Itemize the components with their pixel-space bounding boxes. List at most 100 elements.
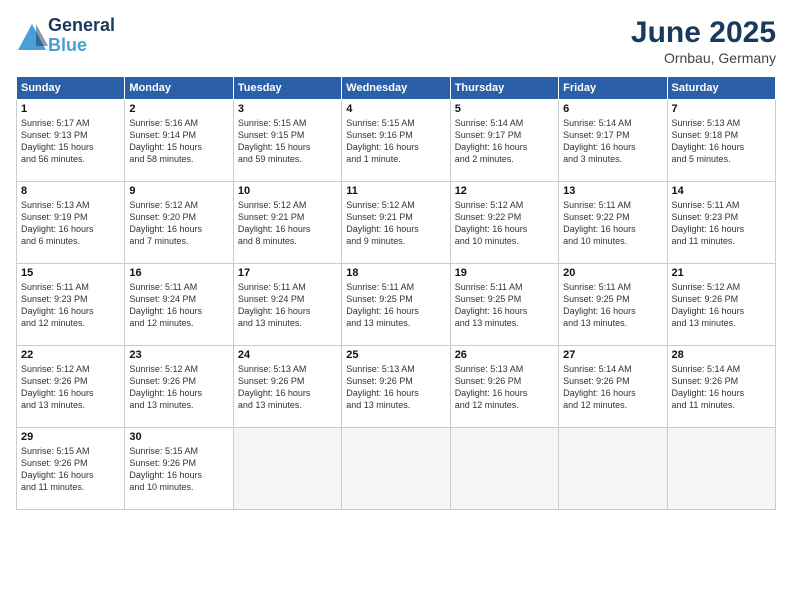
day-number: 28	[672, 349, 771, 361]
table-row: 30 Sunrise: 5:15 AMSunset: 9:26 PMDaylig…	[125, 428, 233, 510]
day-info: Sunrise: 5:11 AMSunset: 9:22 PMDaylight:…	[563, 199, 662, 248]
day-number: 23	[129, 349, 228, 361]
day-info: Sunrise: 5:11 AMSunset: 9:25 PMDaylight:…	[563, 281, 662, 330]
page: General Blue June 2025 Ornbau, Germany S…	[0, 0, 792, 612]
day-number: 1	[21, 103, 120, 115]
table-row: 19 Sunrise: 5:11 AMSunset: 9:25 PMDaylig…	[450, 264, 558, 346]
table-row	[233, 428, 341, 510]
table-row: 3 Sunrise: 5:15 AMSunset: 9:15 PMDayligh…	[233, 100, 341, 182]
table-row: 9 Sunrise: 5:12 AMSunset: 9:20 PMDayligh…	[125, 182, 233, 264]
day-number: 7	[672, 103, 771, 115]
day-number: 16	[129, 267, 228, 279]
day-number: 10	[238, 185, 337, 197]
table-row: 8 Sunrise: 5:13 AMSunset: 9:19 PMDayligh…	[17, 182, 125, 264]
day-info: Sunrise: 5:12 AMSunset: 9:21 PMDaylight:…	[238, 199, 337, 248]
table-row: 16 Sunrise: 5:11 AMSunset: 9:24 PMDaylig…	[125, 264, 233, 346]
table-row: 22 Sunrise: 5:12 AMSunset: 9:26 PMDaylig…	[17, 346, 125, 428]
table-row: 2 Sunrise: 5:16 AMSunset: 9:14 PMDayligh…	[125, 100, 233, 182]
table-row: 13 Sunrise: 5:11 AMSunset: 9:22 PMDaylig…	[559, 182, 667, 264]
logo-line1: General	[48, 16, 115, 36]
day-info: Sunrise: 5:17 AMSunset: 9:13 PMDaylight:…	[21, 117, 120, 166]
day-number: 24	[238, 349, 337, 361]
day-number: 13	[563, 185, 662, 197]
table-row: 12 Sunrise: 5:12 AMSunset: 9:22 PMDaylig…	[450, 182, 558, 264]
day-info: Sunrise: 5:11 AMSunset: 9:24 PMDaylight:…	[238, 281, 337, 330]
table-row: 26 Sunrise: 5:13 AMSunset: 9:26 PMDaylig…	[450, 346, 558, 428]
table-row	[342, 428, 450, 510]
header-friday: Friday	[559, 77, 667, 100]
table-row: 4 Sunrise: 5:15 AMSunset: 9:16 PMDayligh…	[342, 100, 450, 182]
day-info: Sunrise: 5:13 AMSunset: 9:26 PMDaylight:…	[346, 363, 445, 412]
logo: General Blue	[16, 16, 115, 56]
day-info: Sunrise: 5:12 AMSunset: 9:20 PMDaylight:…	[129, 199, 228, 248]
table-row	[450, 428, 558, 510]
table-row: 15 Sunrise: 5:11 AMSunset: 9:23 PMDaylig…	[17, 264, 125, 346]
day-number: 3	[238, 103, 337, 115]
day-number: 20	[563, 267, 662, 279]
day-info: Sunrise: 5:13 AMSunset: 9:19 PMDaylight:…	[21, 199, 120, 248]
day-number: 27	[563, 349, 662, 361]
title-block: June 2025 Ornbau, Germany	[631, 16, 776, 66]
day-info: Sunrise: 5:13 AMSunset: 9:26 PMDaylight:…	[455, 363, 554, 412]
header-thursday: Thursday	[450, 77, 558, 100]
day-number: 18	[346, 267, 445, 279]
day-info: Sunrise: 5:11 AMSunset: 9:25 PMDaylight:…	[346, 281, 445, 330]
header-saturday: Saturday	[667, 77, 775, 100]
day-info: Sunrise: 5:15 AMSunset: 9:26 PMDaylight:…	[21, 445, 120, 494]
day-info: Sunrise: 5:15 AMSunset: 9:26 PMDaylight:…	[129, 445, 228, 494]
day-number: 19	[455, 267, 554, 279]
day-info: Sunrise: 5:11 AMSunset: 9:23 PMDaylight:…	[21, 281, 120, 330]
logo-icon	[16, 22, 44, 50]
day-number: 9	[129, 185, 228, 197]
day-number: 2	[129, 103, 228, 115]
header: General Blue June 2025 Ornbau, Germany	[16, 16, 776, 66]
table-row: 17 Sunrise: 5:11 AMSunset: 9:24 PMDaylig…	[233, 264, 341, 346]
day-number: 5	[455, 103, 554, 115]
day-number: 22	[21, 349, 120, 361]
logo-line2: Blue	[48, 36, 115, 56]
day-info: Sunrise: 5:12 AMSunset: 9:26 PMDaylight:…	[129, 363, 228, 412]
calendar-table: Sunday Monday Tuesday Wednesday Thursday…	[16, 76, 776, 510]
day-number: 17	[238, 267, 337, 279]
day-info: Sunrise: 5:12 AMSunset: 9:26 PMDaylight:…	[21, 363, 120, 412]
table-row: 1 Sunrise: 5:17 AMSunset: 9:13 PMDayligh…	[17, 100, 125, 182]
day-number: 29	[21, 431, 120, 443]
table-row: 21 Sunrise: 5:12 AMSunset: 9:26 PMDaylig…	[667, 264, 775, 346]
table-row: 18 Sunrise: 5:11 AMSunset: 9:25 PMDaylig…	[342, 264, 450, 346]
day-number: 8	[21, 185, 120, 197]
day-info: Sunrise: 5:16 AMSunset: 9:14 PMDaylight:…	[129, 117, 228, 166]
table-row: 25 Sunrise: 5:13 AMSunset: 9:26 PMDaylig…	[342, 346, 450, 428]
day-number: 30	[129, 431, 228, 443]
table-row: 27 Sunrise: 5:14 AMSunset: 9:26 PMDaylig…	[559, 346, 667, 428]
table-row: 24 Sunrise: 5:13 AMSunset: 9:26 PMDaylig…	[233, 346, 341, 428]
month-title: June 2025	[631, 16, 776, 50]
day-number: 25	[346, 349, 445, 361]
location-subtitle: Ornbau, Germany	[631, 50, 776, 66]
header-tuesday: Tuesday	[233, 77, 341, 100]
table-row	[559, 428, 667, 510]
table-row	[667, 428, 775, 510]
day-number: 6	[563, 103, 662, 115]
day-info: Sunrise: 5:11 AMSunset: 9:23 PMDaylight:…	[672, 199, 771, 248]
header-monday: Monday	[125, 77, 233, 100]
day-number: 21	[672, 267, 771, 279]
day-info: Sunrise: 5:13 AMSunset: 9:18 PMDaylight:…	[672, 117, 771, 166]
day-info: Sunrise: 5:11 AMSunset: 9:24 PMDaylight:…	[129, 281, 228, 330]
day-info: Sunrise: 5:14 AMSunset: 9:26 PMDaylight:…	[563, 363, 662, 412]
day-info: Sunrise: 5:13 AMSunset: 9:26 PMDaylight:…	[238, 363, 337, 412]
table-row: 23 Sunrise: 5:12 AMSunset: 9:26 PMDaylig…	[125, 346, 233, 428]
table-row: 28 Sunrise: 5:14 AMSunset: 9:26 PMDaylig…	[667, 346, 775, 428]
table-row: 7 Sunrise: 5:13 AMSunset: 9:18 PMDayligh…	[667, 100, 775, 182]
table-row: 20 Sunrise: 5:11 AMSunset: 9:25 PMDaylig…	[559, 264, 667, 346]
day-number: 11	[346, 185, 445, 197]
header-wednesday: Wednesday	[342, 77, 450, 100]
day-info: Sunrise: 5:15 AMSunset: 9:15 PMDaylight:…	[238, 117, 337, 166]
day-info: Sunrise: 5:14 AMSunset: 9:17 PMDaylight:…	[455, 117, 554, 166]
day-info: Sunrise: 5:12 AMSunset: 9:22 PMDaylight:…	[455, 199, 554, 248]
table-row: 5 Sunrise: 5:14 AMSunset: 9:17 PMDayligh…	[450, 100, 558, 182]
day-number: 12	[455, 185, 554, 197]
day-info: Sunrise: 5:12 AMSunset: 9:21 PMDaylight:…	[346, 199, 445, 248]
table-row: 11 Sunrise: 5:12 AMSunset: 9:21 PMDaylig…	[342, 182, 450, 264]
day-info: Sunrise: 5:12 AMSunset: 9:26 PMDaylight:…	[672, 281, 771, 330]
logo-text: General Blue	[48, 16, 115, 56]
